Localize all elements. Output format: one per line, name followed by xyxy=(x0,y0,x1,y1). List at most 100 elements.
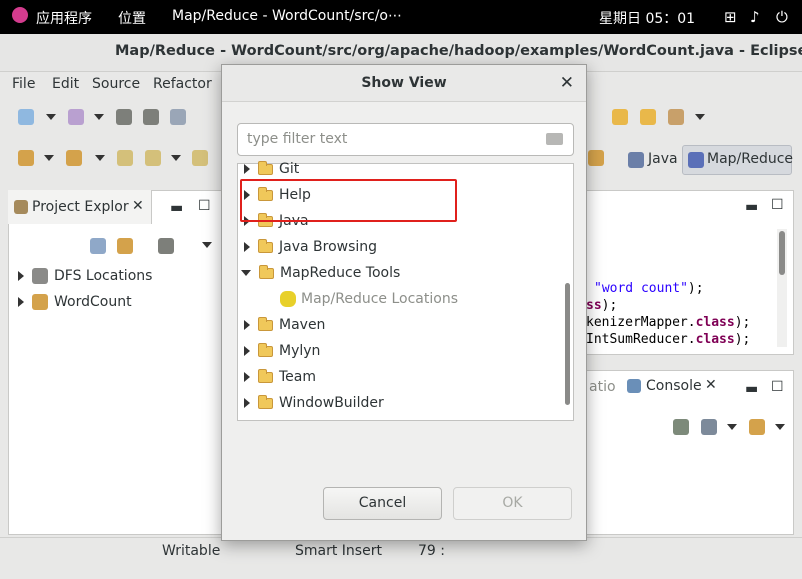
view-category-windowbuilder[interactable]: WindowBuilder xyxy=(244,394,384,411)
pin-console-icon[interactable] xyxy=(673,419,689,435)
project-explorer-panel xyxy=(8,190,222,535)
prev-annotation-icon[interactable] xyxy=(66,150,82,166)
clock[interactable]: 星期日 05：01 xyxy=(599,8,695,28)
power-icon[interactable]: ⏻ xyxy=(776,8,788,26)
chevron-down-icon[interactable] xyxy=(46,114,56,120)
chevron-down-icon[interactable] xyxy=(44,155,54,161)
link-editor-icon[interactable] xyxy=(117,238,133,254)
mapreduce-perspective-button[interactable]: Map/Reduce xyxy=(682,145,794,175)
expand-icon[interactable] xyxy=(18,271,24,281)
next-annotation-icon[interactable] xyxy=(18,150,34,166)
editor-scroll-thumb[interactable] xyxy=(779,231,785,275)
code-line: IntSumReducer.class); xyxy=(586,332,751,347)
expand-icon[interactable] xyxy=(244,242,250,252)
new-class-icon[interactable] xyxy=(68,109,84,125)
applications-icon[interactable] xyxy=(12,7,28,23)
ok-button[interactable]: OK xyxy=(453,487,572,520)
brush-icon[interactable] xyxy=(668,109,684,125)
project-explorer-tab-label: Project Explor xyxy=(32,199,129,215)
chevron-down-icon[interactable] xyxy=(94,114,104,120)
window-title: Map/Reduce - WordCount/src/org/apache/ha… xyxy=(115,43,802,59)
view-category-label: Team xyxy=(279,369,317,385)
tree-item-dfs-locations[interactable]: DFS Locations xyxy=(18,268,152,284)
minimize-icon[interactable]: ▬ xyxy=(170,200,183,216)
view-menu-icon[interactable] xyxy=(202,242,212,248)
open-perspective-icon[interactable] xyxy=(588,150,604,166)
view-category-maven[interactable]: Maven xyxy=(244,316,326,333)
close-icon[interactable]: ✕ xyxy=(560,73,574,93)
expand-icon[interactable] xyxy=(244,372,250,382)
expand-icon[interactable] xyxy=(18,297,24,307)
console-tab[interactable]: Console ✕ xyxy=(621,371,731,403)
view-category-git[interactable]: Git xyxy=(244,160,299,177)
chevron-down-icon[interactable] xyxy=(727,424,737,430)
project-explorer-tab[interactable]: Project Explor ✕ xyxy=(8,190,152,224)
active-window-title[interactable]: Map/Reduce - WordCount/src/o⋯ xyxy=(172,8,402,24)
open-folder-icon[interactable] xyxy=(640,109,656,125)
back-icon[interactable] xyxy=(145,150,161,166)
folder-icon xyxy=(258,316,273,331)
network-icon[interactable]: ⊞ xyxy=(724,8,737,26)
expand-icon[interactable] xyxy=(244,398,250,408)
collapse-icon[interactable] xyxy=(241,270,251,276)
view-item-mapreduce-locations[interactable]: Map/Reduce Locations xyxy=(280,291,458,307)
chevron-down-icon[interactable] xyxy=(775,424,785,430)
focus-icon[interactable] xyxy=(158,238,174,254)
chevron-down-icon[interactable] xyxy=(171,155,181,161)
close-icon[interactable]: ✕ xyxy=(705,377,717,393)
cancel-button[interactable]: Cancel xyxy=(323,487,442,520)
expand-icon[interactable] xyxy=(244,320,250,330)
menu-refactor[interactable]: Refactor xyxy=(153,76,212,92)
hidden-tab-label[interactable]: atio xyxy=(589,379,616,395)
elephant-icon xyxy=(688,152,704,168)
show-view-dialog: Show View ✕ type filter text Git Help Ja… xyxy=(221,64,587,541)
view-category-mapreduce-tools[interactable]: MapReduce Tools xyxy=(241,264,401,281)
display-console-icon[interactable] xyxy=(701,419,717,435)
forward-icon[interactable] xyxy=(192,150,208,166)
minimize-icon[interactable]: ▬ xyxy=(745,381,758,397)
applications-menu[interactable]: 应用程序 xyxy=(36,8,92,28)
view-category-java-browsing[interactable]: Java Browsing xyxy=(244,238,378,255)
mapreduce-perspective-label: Map/Reduce xyxy=(707,151,794,167)
expand-icon[interactable] xyxy=(244,164,250,174)
folder-icon xyxy=(258,394,273,409)
places-menu[interactable]: 位置 xyxy=(118,8,146,28)
clear-filter-icon[interactable] xyxy=(546,133,563,145)
expand-icon[interactable] xyxy=(244,346,250,356)
menu-source[interactable]: Source xyxy=(92,76,140,92)
close-icon[interactable]: ✕ xyxy=(132,198,144,214)
chevron-down-icon[interactable] xyxy=(95,155,105,161)
chevron-down-icon[interactable] xyxy=(695,114,705,120)
save-icon[interactable] xyxy=(116,109,132,125)
tree-item-wordcount[interactable]: WordCount xyxy=(18,294,132,310)
menu-edit[interactable]: Edit xyxy=(52,76,79,92)
collapse-all-icon[interactable] xyxy=(90,238,106,254)
tree-item-label: DFS Locations xyxy=(54,268,153,284)
editor-vertical-scrollbar[interactable] xyxy=(777,229,787,347)
filter-input[interactable]: type filter text xyxy=(237,123,574,156)
minimize-icon[interactable]: ▬ xyxy=(745,199,758,215)
new-icon[interactable] xyxy=(18,109,34,125)
perspective-icon[interactable] xyxy=(612,109,628,125)
last-edit-icon[interactable] xyxy=(117,150,133,166)
view-tree-scroll-thumb[interactable] xyxy=(565,283,570,405)
elephant-icon xyxy=(280,291,296,307)
view-category-label: Java Browsing xyxy=(279,239,378,255)
view-category-label: MapReduce Tools xyxy=(280,265,401,281)
menu-file[interactable]: File xyxy=(12,76,35,92)
view-category-mylyn[interactable]: Mylyn xyxy=(244,342,320,359)
tree-item-label: WordCount xyxy=(54,294,132,310)
maximize-icon[interactable]: ☐ xyxy=(771,379,784,395)
status-bar: Writable Smart Insert 79 : xyxy=(0,537,802,567)
view-category-label: WindowBuilder xyxy=(279,395,384,411)
save-all-icon[interactable] xyxy=(143,109,159,125)
view-category-team[interactable]: Team xyxy=(244,368,317,385)
open-console-icon[interactable] xyxy=(749,419,765,435)
java-perspective-button[interactable]: Java xyxy=(622,145,680,175)
maximize-icon[interactable]: ☐ xyxy=(771,197,784,213)
maximize-icon[interactable]: ☐ xyxy=(198,198,211,214)
view-category-label: Maven xyxy=(279,317,326,333)
java-perspective-label: Java xyxy=(648,151,678,167)
print-icon[interactable] xyxy=(170,109,186,125)
volume-icon[interactable]: ♪ xyxy=(750,8,760,26)
